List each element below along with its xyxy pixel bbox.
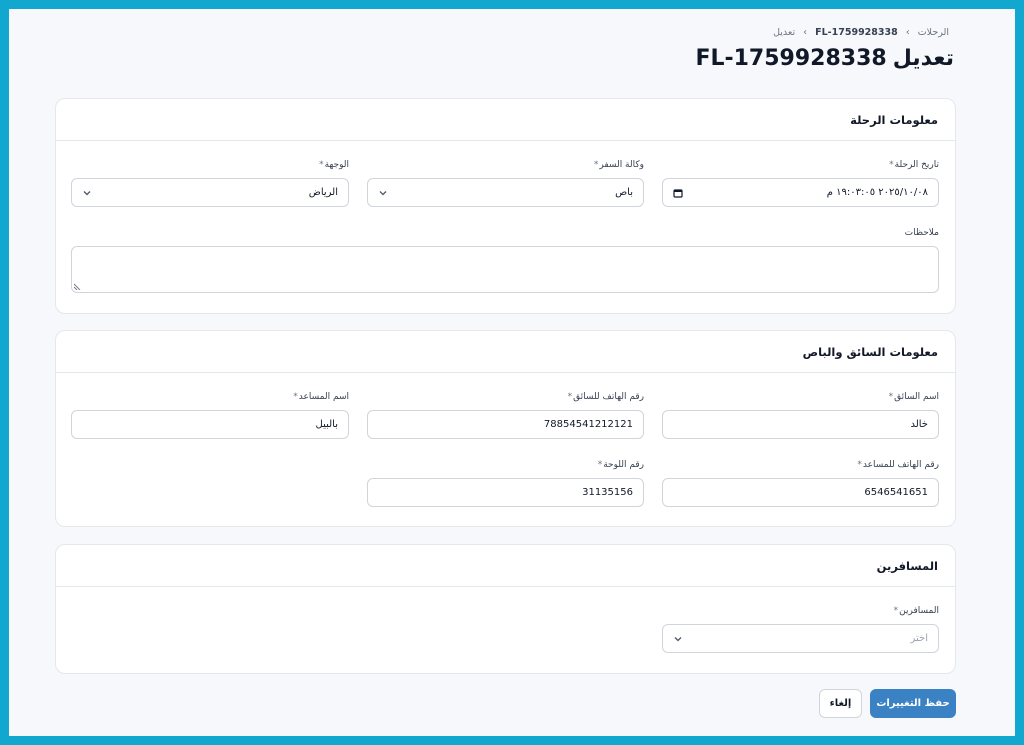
assistant-name-field: اسم المساعد* بالبيل — [71, 392, 349, 439]
driver-name-field: اسم السائق* خالد — [662, 392, 939, 439]
plate-number-label: رقم اللوحة* — [597, 460, 644, 470]
trip-info-card: معلومات الرحلة تاريخ الرحلة* ٢٠٢٥/١٠/٠٨ … — [55, 98, 956, 314]
assistant-phone-field: رقم الهاتف للمساعد* 6546541651 — [662, 460, 939, 507]
trip-date-field: تاريخ الرحلة* ٢٠٢٥/١٠/٠٨ ١٩:٠٣:٠٥ م — [662, 160, 939, 207]
chevron-left-icon: › — [905, 27, 910, 38]
chevron-left-icon: › — [803, 27, 808, 38]
assistant-phone-value: 6546541651 — [864, 487, 928, 498]
main-content: الرحلات › FL-1759928338 › تعديل تعديل FL… — [55, 9, 956, 736]
trip-date-input[interactable]: ٢٠٢٥/١٠/٠٨ ١٩:٠٣:٠٥ م — [662, 178, 939, 207]
travel-agency-select[interactable]: باص — [367, 178, 644, 207]
driver-phone-field: رقم الهاتف للسائق* 78854541212121 — [367, 392, 644, 439]
travel-agency-label: وكالة السفر* — [593, 160, 644, 170]
app-frame: الرحلات › FL-1759928338 › تعديل تعديل FL… — [9, 9, 1015, 736]
card-title: معلومات السائق والباص — [56, 331, 955, 373]
breadcrumb-trips-link[interactable]: الرحلات — [918, 27, 949, 38]
page-title-code: FL-1759928338 — [695, 46, 887, 71]
save-changes-button[interactable]: حفظ التغييرات — [870, 689, 956, 718]
chevron-down-icon — [674, 636, 682, 641]
assistant-phone-input[interactable]: 6546541651 — [662, 478, 939, 507]
page-title-action: تعديل — [892, 46, 954, 71]
resize-handle-icon[interactable] — [74, 283, 81, 290]
driver-name-value: خالد — [910, 419, 928, 430]
passengers-field: المسافرين* اختر — [662, 606, 939, 653]
notes-textarea[interactable] — [71, 246, 939, 293]
breadcrumb: الرحلات › FL-1759928338 › تعديل — [773, 27, 949, 38]
destination-value: الرياض — [308, 187, 338, 198]
driver-name-input[interactable]: خالد — [662, 410, 939, 439]
driver-phone-value: 78854541212121 — [543, 419, 633, 430]
passengers-label: المسافرين* — [893, 606, 939, 616]
cancel-button[interactable]: إلغاء — [819, 689, 862, 718]
assistant-name-input[interactable]: بالبيل — [71, 410, 349, 439]
passengers-card: المسافرين المسافرين* اختر — [55, 544, 956, 674]
chevron-down-icon — [379, 190, 387, 195]
plate-number-field: رقم اللوحة* 31135156 — [367, 460, 644, 507]
passengers-select[interactable]: اختر — [662, 624, 939, 653]
passengers-placeholder: اختر — [910, 633, 929, 644]
driver-phone-input[interactable]: 78854541212121 — [367, 410, 644, 439]
breadcrumb-trip-code-link[interactable]: FL-1759928338 — [815, 27, 898, 38]
page-title: تعديل FL-1759928338 — [695, 46, 954, 71]
notes-field: ملاحظات — [71, 228, 939, 293]
destination-field: الوجهة* الرياض — [71, 160, 349, 207]
calendar-icon[interactable] — [673, 188, 683, 198]
assistant-name-label: اسم المساعد* — [293, 392, 349, 402]
card-title: المسافرين — [56, 545, 955, 587]
assistant-name-value: بالبيل — [315, 419, 339, 430]
trip-date-label: تاريخ الرحلة* — [889, 160, 939, 170]
card-title: معلومات الرحلة — [56, 99, 955, 141]
destination-label: الوجهة* — [319, 160, 349, 170]
assistant-phone-label: رقم الهاتف للمساعد* — [857, 460, 939, 470]
driver-info-card: معلومات السائق والباص اسم السائق* خالد ر… — [55, 330, 956, 527]
plate-number-input[interactable]: 31135156 — [367, 478, 644, 507]
travel-agency-value: باص — [615, 187, 633, 198]
breadcrumb-current: تعديل — [773, 27, 796, 38]
trip-date-value: ٢٠٢٥/١٠/٠٨ ١٩:٠٣:٠٥ م — [826, 187, 928, 198]
destination-select[interactable]: الرياض — [71, 178, 349, 207]
driver-name-label: اسم السائق* — [888, 392, 939, 402]
driver-phone-label: رقم الهاتف للسائق* — [567, 392, 644, 402]
chevron-down-icon — [83, 190, 91, 195]
notes-label: ملاحظات — [904, 228, 939, 238]
plate-number-value: 31135156 — [582, 487, 633, 498]
travel-agency-field: وكالة السفر* باص — [367, 160, 644, 207]
